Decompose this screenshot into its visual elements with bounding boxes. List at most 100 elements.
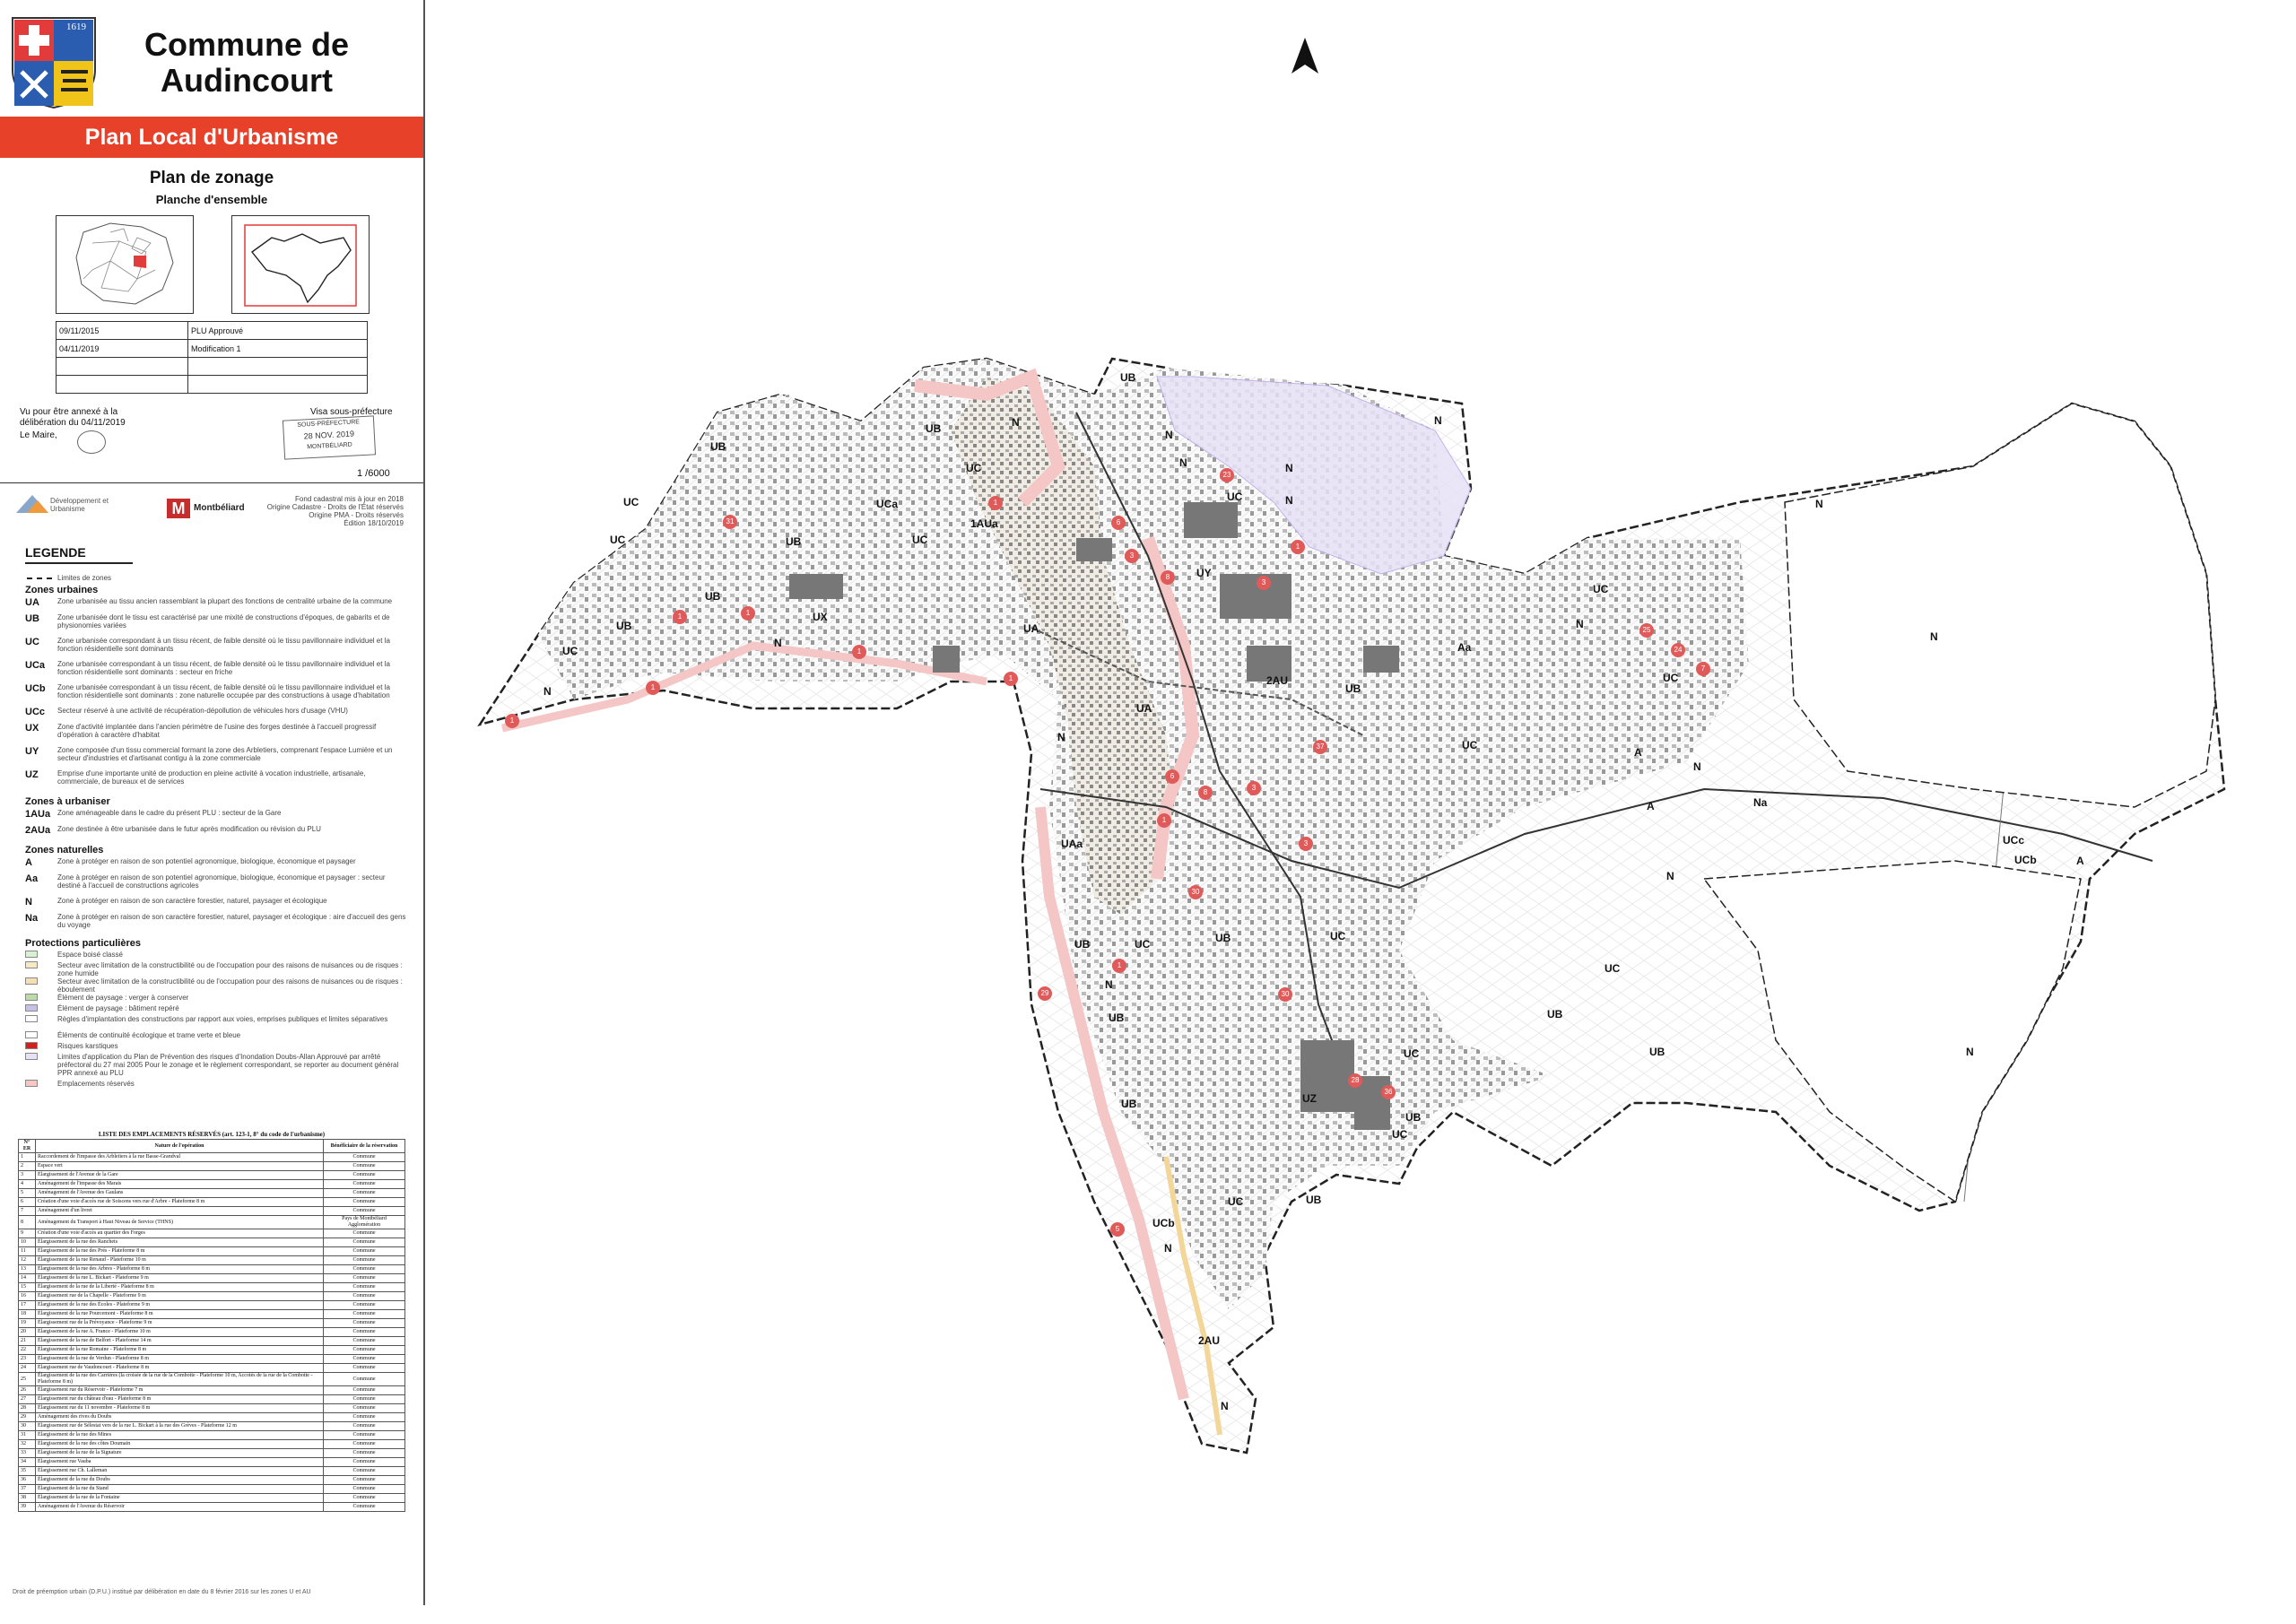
zone-label[interactable]: UC [1404,1047,1419,1060]
reserved-location-marker[interactable]: 3 [1257,576,1271,590]
zone-label[interactable]: N [1179,456,1187,469]
reserved-location-marker[interactable]: 36 [1381,1085,1396,1099]
zone-label[interactable]: UCb [1152,1217,1175,1229]
zone-label[interactable]: 2AU [1266,674,1288,687]
zone-label[interactable]: N [1012,416,1020,429]
zone-label[interactable]: UB [1215,932,1231,944]
zone-label[interactable]: 1AUa [970,517,998,530]
reserved-location-marker[interactable]: 3 [1299,837,1313,851]
zone-label[interactable]: UB [1345,682,1361,695]
reserved-location-marker[interactable]: 23 [1220,468,1234,482]
zone-label[interactable]: UCa [876,498,898,510]
zone-label[interactable]: UB [1074,938,1090,951]
zone-label[interactable]: UC [1228,1195,1243,1208]
reserved-location-marker[interactable]: 1 [673,610,687,624]
zone-label[interactable]: N [1434,414,1442,427]
reserved-location-marker[interactable]: 3 [1247,781,1261,795]
zone-label[interactable]: UC [1227,491,1242,503]
zone-label[interactable]: N [1966,1046,1974,1058]
reserved-location-marker[interactable]: 6 [1165,769,1179,784]
reserved-location-marker[interactable]: 30 [1188,885,1203,899]
reserved-location-marker[interactable]: 6 [1111,516,1126,530]
reserved-location-marker[interactable]: 1 [852,645,866,659]
reserved-location-marker[interactable]: 37 [1313,740,1327,754]
zone-label[interactable]: A [2076,855,2084,867]
reserved-location-marker[interactable]: 1 [1004,672,1018,686]
zone-label[interactable]: UB [1120,371,1135,384]
reserved-location-marker[interactable]: 25 [1639,623,1654,638]
reserved-location-marker[interactable]: 1 [988,496,1003,510]
zone-label[interactable]: UB [926,422,941,435]
zone-label[interactable]: N [1693,760,1701,773]
reserved-location-marker[interactable]: 24 [1671,643,1685,657]
reserved-location-marker[interactable]: 1 [646,681,660,695]
zone-label[interactable]: N [1165,429,1173,441]
zone-label[interactable]: UB [1649,1046,1665,1058]
zoning-map[interactable]: UB N UB N N N UB UC UCa 1AUa N N UC N UC UC UB UC UY UB UX UB… [425,0,2296,1605]
zone-label[interactable]: N [1285,494,1293,507]
reserved-location-marker[interactable]: 30 [1278,987,1292,1002]
zone-label[interactable]: UB [616,620,631,632]
zone-label[interactable]: UC [966,462,981,474]
zone-label[interactable]: N [1576,618,1584,630]
zone-label[interactable]: UC [1593,583,1608,595]
zone-label[interactable]: UB [1121,1098,1136,1110]
zone-label[interactable]: UX [813,611,828,623]
zone-label[interactable]: UA [1023,622,1039,635]
zone-label[interactable]: UC [1330,930,1345,942]
zone-label[interactable]: N [1815,498,1823,510]
zone-label[interactable]: N [1221,1400,1229,1412]
zone-label[interactable]: UB [710,440,726,453]
zone-label[interactable]: UC [562,645,578,657]
zone-label[interactable]: UZ [1302,1092,1317,1105]
zone-label[interactable]: UC [623,496,639,508]
reserved-location-marker[interactable]: 1 [505,714,519,728]
zoning-map-canvas[interactable] [425,0,2296,1605]
zone-label[interactable]: Na [1753,796,1767,809]
zone-label[interactable]: UC [1392,1128,1407,1141]
zone-label[interactable]: Aa [1457,641,1471,654]
reserved-location-marker[interactable]: 7 [1696,662,1710,676]
zone-label[interactable]: N [1285,462,1293,474]
zone-label[interactable]: UCb [2014,854,2037,866]
zone-label[interactable]: A [1647,800,1655,812]
zone-label[interactable]: UB [1306,1194,1321,1206]
reserved-location-marker[interactable]: 8 [1161,570,1175,585]
zone-label[interactable]: UB [786,535,801,548]
zone-label[interactable]: UC [1462,739,1477,751]
zone-label[interactable]: UA [1136,702,1152,715]
reserved-location-marker[interactable]: 1 [1157,813,1171,828]
zone-label[interactable]: N [1666,870,1674,882]
reserved-location-marker[interactable]: 31 [723,515,737,529]
zone-label[interactable]: N [1930,630,1938,643]
zone-label[interactable]: A [1634,746,1642,759]
zone-label[interactable]: N [1057,731,1065,743]
zone-label[interactable]: UB [1405,1111,1421,1124]
zone-label[interactable]: UC [1135,938,1150,951]
reserved-location-marker[interactable]: 1 [741,606,755,621]
zone-label[interactable]: N [544,685,552,698]
zone-label[interactable]: UC [1605,962,1620,975]
zone-label[interactable]: 2AU [1198,1334,1220,1347]
zone-label[interactable]: UC [912,534,927,546]
zone-label[interactable]: UY [1196,567,1212,579]
zone-label[interactable]: UB [1547,1008,1562,1020]
reserved-location-marker[interactable]: 28 [1348,1073,1362,1088]
reserved-location-marker[interactable]: 29 [1038,986,1052,1001]
zone-label[interactable]: UB [1109,1012,1124,1024]
zone-label[interactable]: N [1164,1242,1172,1255]
zone-label[interactable]: UC [610,534,625,546]
zone-label[interactable]: UC [1663,672,1678,684]
reserved-location-marker[interactable]: 1 [1112,959,1126,973]
reserved-location-marker[interactable]: 8 [1198,786,1213,800]
er-row: 27 Élargissement rue du château d'eau - P… [18,1394,405,1404]
zone-label[interactable]: N [774,637,782,649]
zone-label[interactable]: UAa [1061,838,1083,850]
reserved-location-marker[interactable]: 5 [1110,1222,1125,1237]
er-cell-nature: Élargissement de la rue du Doubs [35,1475,324,1485]
zone-label[interactable]: N [1105,978,1113,991]
reserved-location-marker[interactable]: 1 [1291,540,1305,554]
zone-label[interactable]: UB [705,590,720,603]
zone-label[interactable]: UCc [2003,834,2024,847]
reserved-location-marker[interactable]: 3 [1125,549,1139,563]
